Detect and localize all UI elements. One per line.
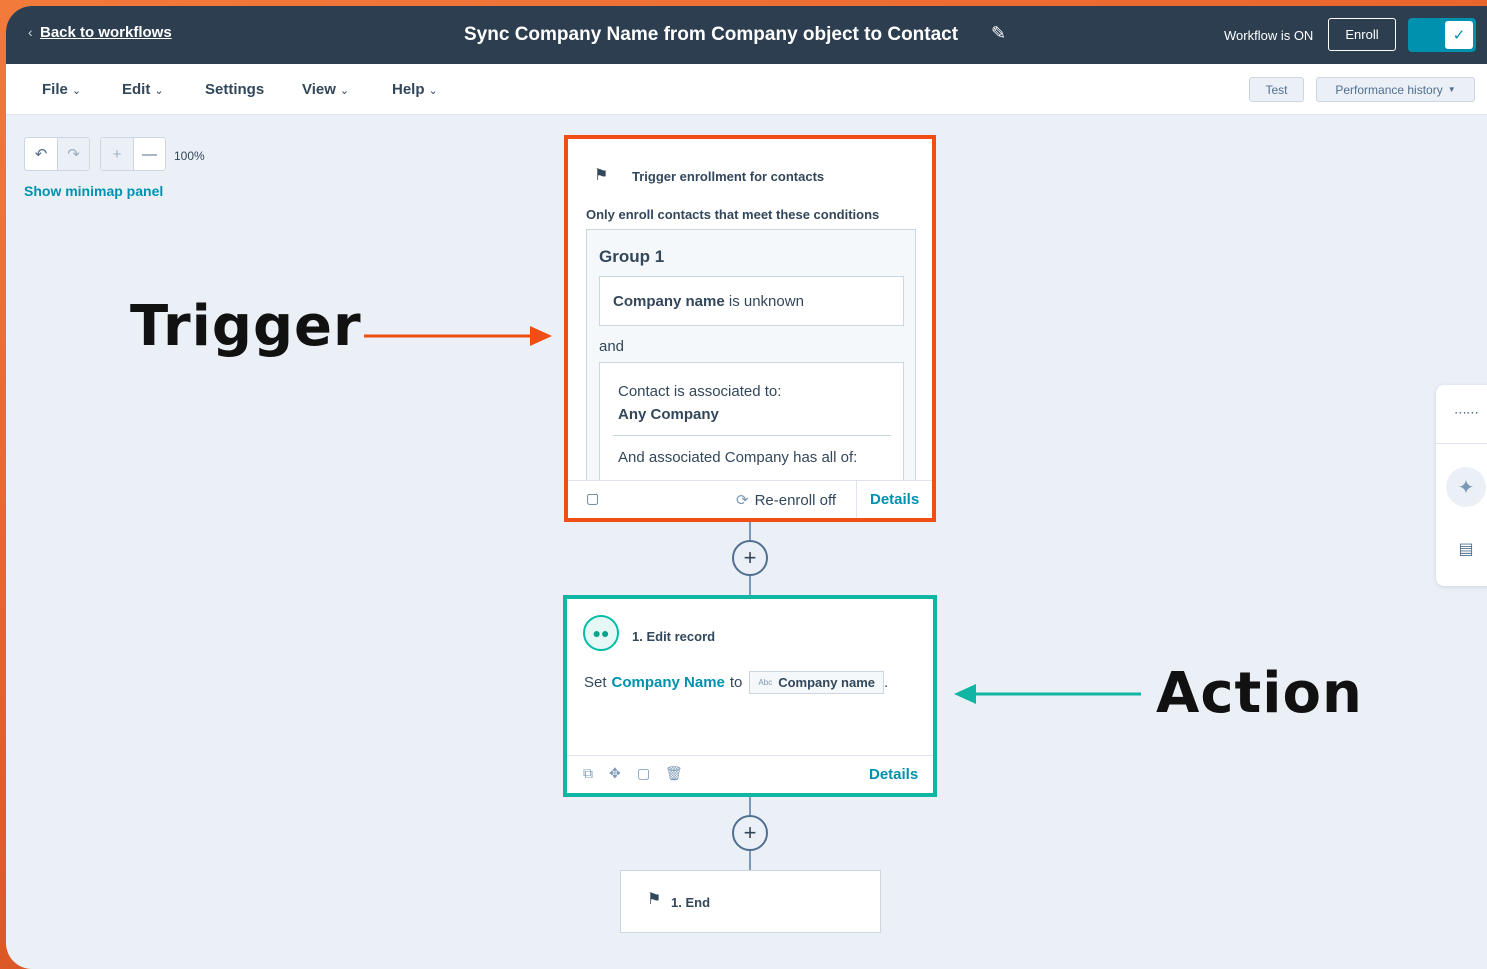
- end-label: 1. End: [671, 895, 711, 910]
- association-label: Contact is associated to:: [618, 383, 782, 400]
- side-panel: ⋯⋯ ✦ ▤: [1436, 385, 1487, 586]
- reenroll-label: Re-enroll off: [754, 492, 837, 509]
- edit-record-icon: ●●: [583, 615, 619, 651]
- condition-property: Company name: [613, 293, 725, 310]
- company-name-token[interactable]: Abc Company name: [749, 671, 885, 694]
- action-card[interactable]: ●● 1. Edit record Set Company Name to Ab…: [563, 595, 937, 797]
- condition-operator: is unknown: [728, 293, 804, 310]
- flag-icon: ⚑: [594, 167, 609, 184]
- condition-card[interactable]: Company name is unknown: [599, 276, 904, 326]
- set-label: Set: [584, 674, 607, 691]
- to-label: to: [729, 674, 743, 691]
- token-label: Company name: [778, 675, 876, 690]
- clipboard-icon[interactable]: ▢: [586, 490, 599, 507]
- add-action-button[interactable]: +: [732, 815, 768, 851]
- association-object: Any Company: [618, 406, 719, 423]
- period: .: [884, 674, 889, 691]
- text-type-icon: Abc: [758, 678, 773, 687]
- end-card[interactable]: ⚑ 1. End: [620, 870, 881, 933]
- chat-icon[interactable]: ▤: [1436, 539, 1487, 559]
- trigger-card-footer: ▢ ⟳ Re-enroll off Details: [568, 480, 932, 518]
- divider: [1436, 443, 1487, 444]
- action-title: 1. Edit record: [632, 629, 716, 644]
- trigger-subtitle: Only enroll contacts that meet these con…: [586, 207, 880, 222]
- flag-icon: ⚑: [647, 891, 662, 908]
- action-card-footer: ⧉ ✥ ▢ 🗑 Details: [567, 755, 933, 793]
- action-arrow-head: [954, 684, 976, 704]
- reenroll-status[interactable]: ⟳ Re-enroll off: [736, 491, 836, 509]
- association-filter-label: And associated Company has all of:: [618, 449, 858, 466]
- trigger-card[interactable]: ⚑ Trigger enrollment for contacts Only e…: [564, 135, 936, 522]
- refresh-icon: ⟳: [736, 492, 749, 509]
- divider: [613, 435, 891, 436]
- condition-group: Group 1 Company name is unknown and Cont…: [586, 229, 916, 502]
- app-window: ‹ Back to workflows Sync Company Name fr…: [6, 6, 1487, 969]
- trigger-arrow-head: [530, 326, 552, 346]
- sparkle-icon[interactable]: ✦: [1446, 467, 1486, 507]
- keypad-icon[interactable]: ⋯⋯: [1436, 405, 1487, 421]
- add-action-button[interactable]: +: [732, 540, 768, 576]
- divider: [856, 481, 857, 518]
- copy-icon[interactable]: ⧉: [583, 765, 593, 782]
- trigger-title: Trigger enrollment for contacts: [632, 169, 825, 184]
- action-details-link[interactable]: Details: [869, 766, 918, 783]
- trash-icon[interactable]: 🗑: [665, 765, 683, 782]
- group-title: Group 1: [599, 247, 665, 266]
- move-icon[interactable]: ✥: [609, 765, 621, 782]
- property-name[interactable]: Company Name: [612, 674, 725, 691]
- action-description: Set Company Name to Abc Company name .: [584, 671, 888, 694]
- and-label: and: [599, 338, 625, 355]
- trigger-details-link[interactable]: Details: [870, 491, 919, 508]
- clipboard-icon[interactable]: ▢: [637, 765, 650, 782]
